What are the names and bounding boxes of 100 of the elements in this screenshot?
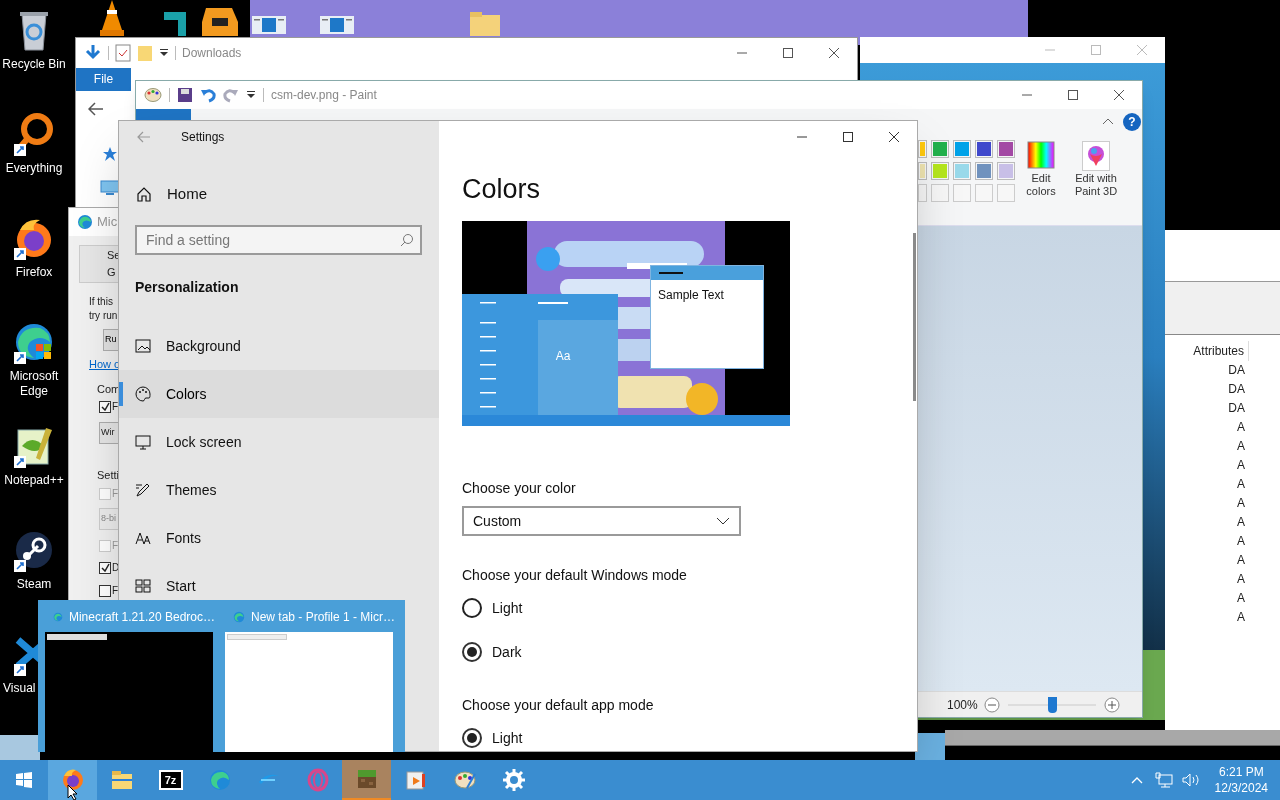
color-swatch[interactable] xyxy=(997,162,1015,180)
desktop-icon-label[interactable]: Steam xyxy=(16,577,52,592)
download-icon[interactable] xyxy=(84,44,102,62)
table-cell-text: A xyxy=(1236,476,1245,493)
color-swatch[interactable] xyxy=(975,162,993,180)
field-label: Choose your default Windows mode xyxy=(462,566,688,585)
palette-icon[interactable] xyxy=(144,87,162,103)
radio-button[interactable]: Light xyxy=(462,726,917,750)
save-icon[interactable] xyxy=(177,87,193,103)
app-icon xyxy=(109,768,134,792)
desktop-icon-label[interactable]: Microsoft Edge xyxy=(0,369,68,399)
nav-item[interactable]: Themes xyxy=(119,466,439,514)
tab[interactable]: G xyxy=(107,265,116,279)
scrollbar[interactable] xyxy=(913,233,916,401)
run-button[interactable]: Ru xyxy=(103,329,119,351)
zoom-out-icon[interactable] xyxy=(983,696,1000,713)
help-button[interactable]: ? xyxy=(1123,113,1141,131)
app-icon xyxy=(305,768,330,792)
color-swatch[interactable] xyxy=(953,140,971,158)
star-icon[interactable] xyxy=(102,146,118,162)
radio-button[interactable]: Dark xyxy=(462,640,917,664)
color-swatch[interactable] xyxy=(931,162,949,180)
clock[interactable]: 6:21 PM 12/3/2024 xyxy=(1214,764,1268,796)
radio-button[interactable]: Light xyxy=(462,596,917,620)
table-cell-text: A xyxy=(1236,419,1245,436)
collapse-icon[interactable] xyxy=(1102,117,1114,125)
desktop-icon-label[interactable]: Notepad++ xyxy=(4,473,64,488)
empty-swatch[interactable] xyxy=(918,184,927,202)
color-dropdown[interactable]: Custom xyxy=(462,506,741,536)
color-swatch[interactable] xyxy=(997,140,1015,158)
desktop-shortcut-icon[interactable] xyxy=(12,112,56,158)
sample-text: Sample Text xyxy=(658,287,725,304)
window-title: Settings xyxy=(181,129,225,146)
caret-icon[interactable] xyxy=(159,48,169,58)
edit-colors-button[interactable]: Edit colors xyxy=(1016,141,1066,198)
edge-icon xyxy=(77,214,93,230)
thumbnail-title: Minecraft 1.21.20 Bedroc… xyxy=(68,609,215,626)
body-text: If this xyxy=(89,295,113,308)
color-swatch[interactable] xyxy=(953,162,971,180)
table-cell-text: A xyxy=(1236,609,1245,626)
page-title: Colors xyxy=(462,173,542,206)
app-tile: Aa xyxy=(538,320,618,415)
close-icon xyxy=(1114,90,1124,100)
home-icon xyxy=(136,186,152,202)
redo-icon[interactable] xyxy=(223,87,239,103)
taskbar-button[interactable] xyxy=(342,760,391,800)
close-icon xyxy=(829,48,839,58)
desktop-icon-label[interactable]: Visual xyxy=(3,681,36,696)
zoom-slider[interactable] xyxy=(1007,696,1096,713)
nav-item[interactable]: Background xyxy=(119,322,439,370)
checkmark-icon xyxy=(100,563,110,572)
ribbon-tab[interactable] xyxy=(136,109,191,121)
group-label: Setti xyxy=(97,468,119,482)
empty-swatch[interactable] xyxy=(953,184,971,202)
window-title: csm-dev.png - Paint xyxy=(271,87,377,104)
ribbon-tab[interactable]: File xyxy=(76,68,131,91)
zoom-in-icon[interactable] xyxy=(1103,696,1120,713)
color-swatch[interactable] xyxy=(918,140,927,158)
nav-icon xyxy=(135,434,151,450)
chevron-up-icon[interactable] xyxy=(1130,776,1143,784)
nav-item[interactable]: Fonts xyxy=(119,514,439,562)
network-icon[interactable] xyxy=(1154,772,1173,788)
home-link[interactable]: Home xyxy=(119,174,439,214)
undo-icon[interactable] xyxy=(200,87,216,103)
monitor-icon[interactable] xyxy=(100,180,120,196)
volume-icon[interactable] xyxy=(1180,772,1201,788)
close-icon xyxy=(889,132,899,142)
search-field[interactable]: Find a setting xyxy=(135,225,422,255)
nav-item[interactable]: Colors xyxy=(119,370,439,418)
table-cell-text: DA xyxy=(1227,381,1245,398)
table-cell-text: DA xyxy=(1227,400,1245,417)
desktop-icon-label[interactable]: Everything xyxy=(5,161,63,176)
paint-3d-button[interactable]: Edit with Paint 3D xyxy=(1068,141,1124,198)
color-swatch[interactable] xyxy=(918,162,927,180)
taskbar-button[interactable]: 7z xyxy=(146,760,195,800)
back-arrow-icon[interactable] xyxy=(88,102,104,116)
empty-swatch[interactable] xyxy=(997,184,1015,202)
caret-icon[interactable] xyxy=(246,90,256,100)
maximize-icon xyxy=(1068,90,1078,100)
window-title: Downloads xyxy=(182,45,242,62)
maximize-icon xyxy=(1091,45,1101,55)
desktop-icon-label[interactable]: Firefox xyxy=(15,265,53,280)
checkmark-icon xyxy=(100,402,110,411)
nav-item[interactable]: Lock screen xyxy=(119,418,439,466)
properties-icon[interactable] xyxy=(115,44,131,62)
column-header[interactable]: Attributes xyxy=(1189,341,1249,361)
table-cell-text: A xyxy=(1236,571,1245,588)
taskbar-button[interactable] xyxy=(48,760,97,800)
mouse-cursor-icon xyxy=(67,784,79,800)
field-label: Choose your color xyxy=(462,479,577,498)
nav-icon xyxy=(135,530,151,546)
window-icon xyxy=(252,13,286,35)
empty-swatch[interactable] xyxy=(931,184,949,202)
empty-swatch[interactable] xyxy=(975,184,993,202)
dropdown[interactable]: Wir xyxy=(99,422,119,444)
desktop-icon-label[interactable]: Recycle Bin xyxy=(2,57,66,72)
color-swatch[interactable] xyxy=(931,140,949,158)
color-swatch[interactable] xyxy=(975,140,993,158)
slider-thumb[interactable] xyxy=(1047,696,1057,713)
maximize-icon xyxy=(783,48,793,58)
